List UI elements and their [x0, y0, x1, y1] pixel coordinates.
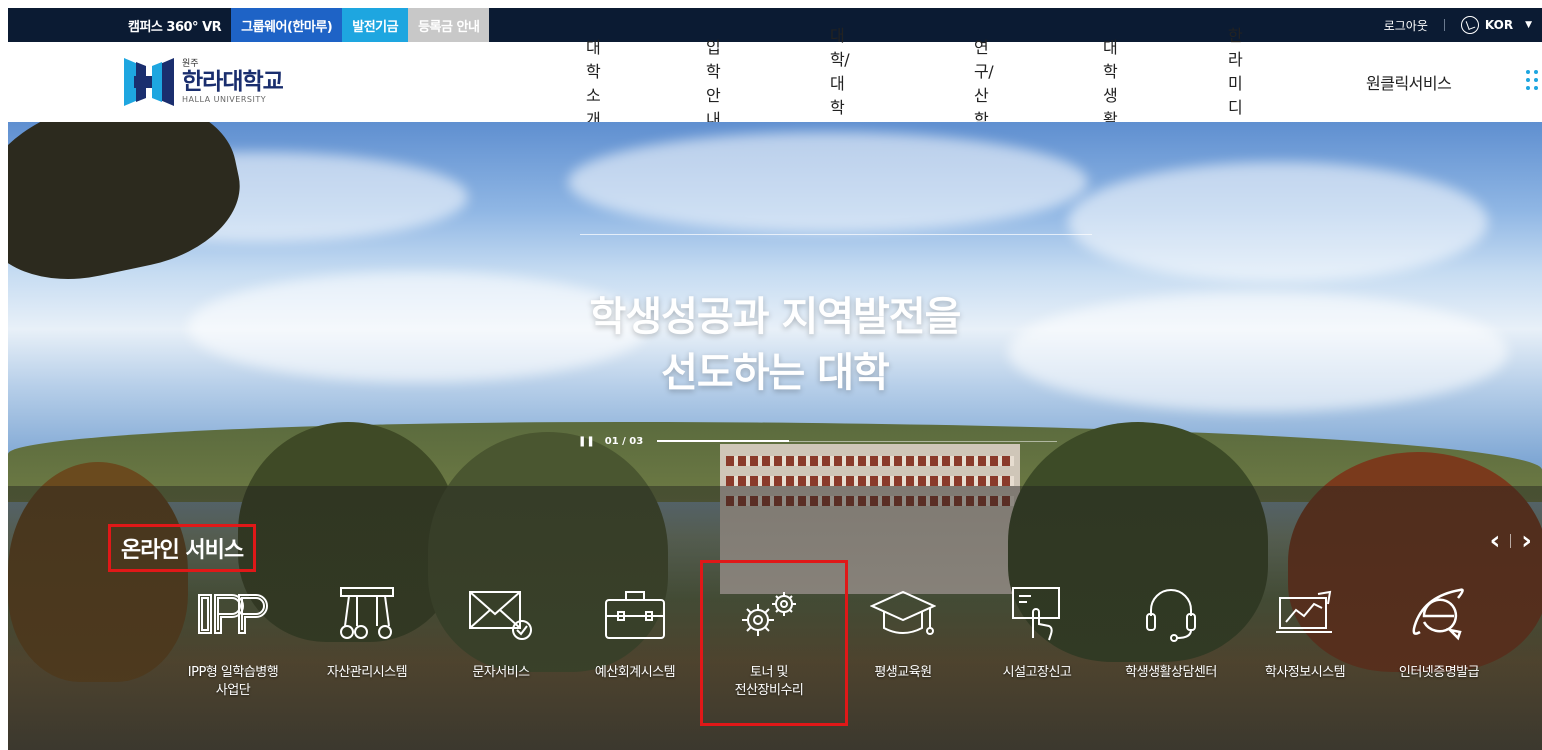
header: 원주 한라대학교 HALLA UNIVERSITY 대학소개 입학안내 대학/대… — [8, 26, 1542, 141]
ipp-icon — [198, 586, 268, 642]
development-fund-link[interactable]: 발전기금 — [342, 8, 409, 42]
service-label-line1: 인터넷증명발급 — [1398, 665, 1480, 680]
utility-bar: 캠퍼스 360° VR 그룹웨어(한마루) 발전기금 등록금 안내 로그아웃 K… — [8, 8, 1542, 42]
prev-arrow-icon[interactable]: ‹ — [1490, 526, 1501, 556]
envelope-check-icon — [466, 586, 536, 642]
service-label: IPP형 일학습병행 사업단 — [187, 664, 279, 700]
nav-about[interactable]: 대학소개 — [586, 34, 601, 130]
slide-pager: ❚❚ 01 / 03 — [578, 436, 1058, 447]
slide-progress-track — [657, 440, 1058, 442]
campus-vr-link[interactable]: 캠퍼스 360° VR — [118, 8, 232, 42]
service-label-line1: 시설고장신고 — [1002, 665, 1072, 680]
touch-screen-icon — [1002, 586, 1072, 642]
service-label-line2: 사업단 — [215, 683, 251, 698]
cloud — [1068, 162, 1488, 282]
foliage — [8, 122, 253, 298]
headset-icon — [1136, 586, 1206, 642]
service-sms[interactable]: 문자서비스 — [434, 586, 568, 700]
next-arrow-icon[interactable]: › — [1521, 526, 1532, 556]
service-label: 예산회계시스템 — [594, 664, 676, 682]
logo-subtitle: 원주 — [182, 59, 199, 69]
logo-h-icon — [120, 54, 178, 110]
logout-link[interactable]: 로그아웃 — [1384, 17, 1428, 34]
university-logo[interactable]: 원주 한라대학교 HALLA UNIVERSITY — [120, 50, 284, 114]
utility-tabs: 캠퍼스 360° VR 그룹웨어(한마루) 발전기금 등록금 안내 — [118, 8, 490, 42]
service-label: 자산관리시스템 — [326, 664, 408, 682]
online-service-panel: 온라인 서비스 ‹ › IPP형 일학습병행 사업단 자산관리시스템 문자서비스… — [8, 486, 1542, 750]
language-label: KOR — [1484, 18, 1514, 32]
caret-down-icon: ▼ — [1525, 20, 1532, 30]
service-lifelong-education[interactable]: 평생교육원 — [836, 586, 970, 700]
divider — [1510, 534, 1512, 548]
service-label-line1: 토너 및 — [749, 665, 789, 680]
service-label-line1: 예산회계시스템 — [594, 665, 676, 680]
service-label-line1: 자산관리시스템 — [326, 665, 408, 680]
hero-banner: 학생성공과 지역발전을 선도하는 대학 ❚❚ 01 / 03 온라인 서비스 ‹… — [8, 122, 1542, 750]
service-label-line1: IPP형 일학습병행 — [187, 665, 279, 680]
service-label-line1: 학사정보시스템 — [1264, 665, 1346, 680]
service-label-line1: 평생교육원 — [874, 665, 932, 680]
utility-right: 로그아웃 KOR ▼ — [1384, 8, 1532, 42]
service-toner-repair[interactable]: 토너 및 전산장비수리 — [700, 560, 848, 726]
hero-title-line2: 선도하는 대학 — [661, 350, 890, 396]
hero-divider — [580, 234, 1092, 235]
language-selector[interactable]: KOR ▼ — [1460, 16, 1532, 34]
globe-icon — [1460, 16, 1479, 34]
divider — [1443, 19, 1445, 31]
online-service-title: 온라인 서비스 — [108, 524, 257, 572]
service-list: IPP형 일학습병행 사업단 자산관리시스템 문자서비스 예산회계시스템 토너 … — [166, 560, 1506, 726]
asset-management-icon — [332, 586, 402, 642]
internet-explorer-icon — [1404, 586, 1474, 642]
slide-counter: 01 / 03 — [604, 436, 644, 447]
all-menu-dots-icon[interactable] — [1526, 70, 1542, 94]
graduation-cap-icon — [868, 586, 938, 642]
service-label-line1: 학생생활상담센터 — [1125, 665, 1217, 680]
service-label: 학생생활상담센터 — [1125, 664, 1217, 682]
chart-monitor-icon — [1270, 586, 1340, 642]
service-budget-accounting[interactable]: 예산회계시스템 — [568, 586, 702, 700]
service-label-line2: 전산장비수리 — [734, 683, 804, 698]
groupware-link[interactable]: 그룹웨어(한마루) — [231, 8, 343, 42]
nav-campus-life[interactable]: 대학생활 — [1103, 34, 1118, 130]
service-facility-report[interactable]: 시설고장신고 — [970, 586, 1104, 700]
service-asset-management[interactable]: 자산관리시스템 — [300, 586, 434, 700]
slide-progress-fill — [657, 440, 790, 442]
hero-title-line1: 학생성공과 지역발전을 — [589, 294, 962, 340]
service-label: 인터넷증명발급 — [1398, 664, 1480, 682]
service-label: 시설고장신고 — [1003, 664, 1072, 682]
service-slider-nav: ‹ › — [1490, 526, 1532, 556]
tuition-info-link[interactable]: 등록금 안내 — [408, 8, 490, 42]
nav-admission[interactable]: 입학안내 — [706, 34, 721, 130]
service-label: 평생교육원 — [874, 664, 932, 682]
service-counseling-center[interactable]: 학생생활상담센터 — [1104, 586, 1238, 700]
service-label: 토너 및 전산장비수리 — [735, 664, 804, 700]
logo-english: HALLA UNIVERSITY — [182, 95, 267, 104]
cloud — [568, 132, 1088, 232]
service-internet-certificate[interactable]: 인터넷증명발급 — [1372, 586, 1506, 700]
nav-one-click[interactable]: 원클릭서비스 — [1366, 70, 1452, 94]
pause-icon[interactable]: ❚❚ — [578, 436, 595, 447]
service-ipp[interactable]: IPP형 일학습병행 사업단 — [166, 586, 300, 700]
service-label-line1: 문자서비스 — [472, 665, 530, 680]
service-academic-info[interactable]: 학사정보시스템 — [1238, 586, 1372, 700]
logo-name: 한라대학교 — [182, 69, 284, 95]
briefcase-icon — [600, 586, 670, 642]
service-label: 학사정보시스템 — [1264, 664, 1346, 682]
logo-text: 원주 한라대학교 HALLA UNIVERSITY — [182, 59, 284, 105]
nav-research[interactable]: 연구/산학 — [974, 34, 994, 130]
service-label: 문자서비스 — [472, 664, 530, 682]
gears-icon — [734, 586, 804, 642]
